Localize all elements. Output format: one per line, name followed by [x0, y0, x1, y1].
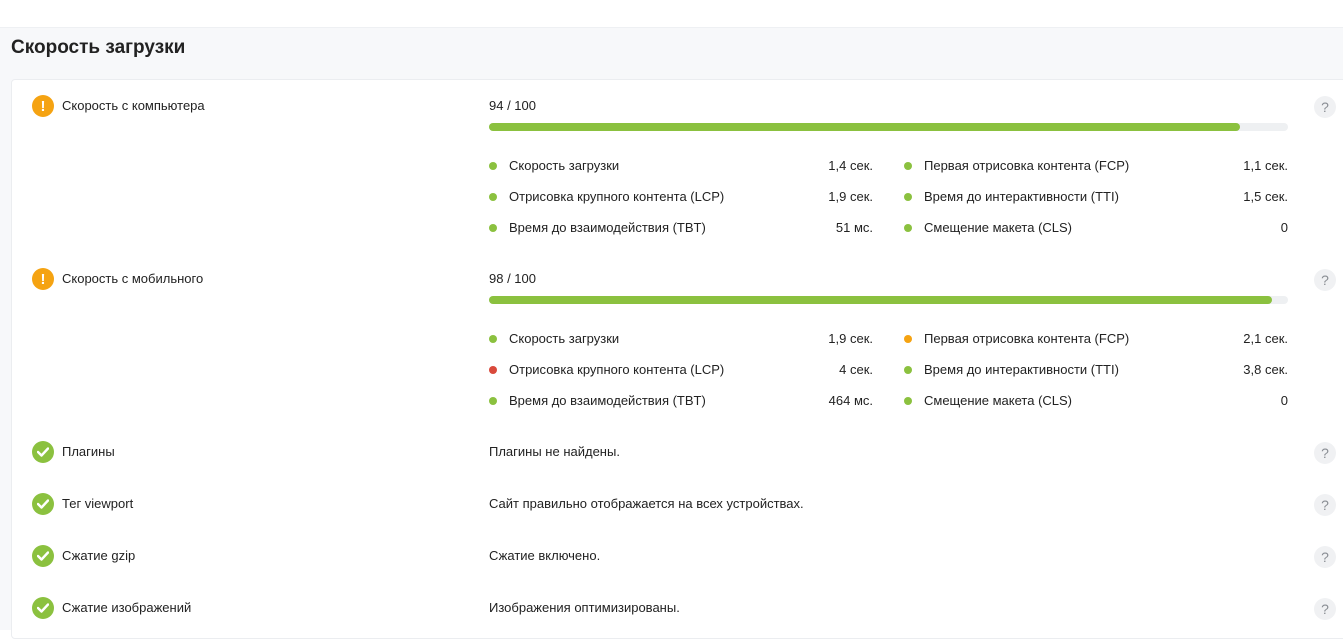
help-icon[interactable]: ?	[1314, 269, 1336, 291]
metric-value: 1,9 сек.	[828, 189, 873, 204]
row-label: Сжатие gzip	[62, 548, 136, 563]
metric-label: Первая отрисовка контента (FCP)	[924, 331, 1130, 346]
check-icon	[32, 441, 54, 463]
status-dot	[904, 366, 912, 374]
score-text: 98 / 100	[489, 271, 536, 286]
metric-item: Время до интерактивности (TTI) 1,5 сек.	[904, 189, 1288, 205]
status-dot	[489, 193, 497, 201]
metric-item: Время до взаимодействия (TBT) 51 мс.	[489, 220, 873, 236]
metric-label: Отрисовка крупного контента (LCP)	[509, 189, 725, 204]
help-icon[interactable]: ?	[1314, 494, 1336, 516]
metric-item: Время до интерактивности (TTI) 3,8 сек.	[904, 362, 1288, 378]
status-dot	[489, 335, 497, 343]
metric-value: 3,8 сек.	[1243, 362, 1288, 377]
warning-icon: !	[32, 268, 54, 290]
metric-label: Смещение макета (CLS)	[924, 220, 1073, 235]
metric-item: Смещение макета (CLS) 0	[904, 393, 1288, 409]
status-dot	[904, 162, 912, 170]
status-dot	[489, 397, 497, 405]
top-bar	[0, 0, 1343, 28]
row-description: Сжатие включено.	[489, 548, 601, 563]
status-dot	[904, 224, 912, 232]
metric-label: Скорость загрузки	[509, 331, 620, 346]
metric-label: Время до интерактивности (TTI)	[924, 189, 1119, 204]
metric-value: 1,4 сек.	[828, 158, 873, 173]
check-icon	[32, 545, 54, 567]
row-description: Плагины не найдены.	[489, 444, 620, 459]
status-dot	[489, 366, 497, 374]
metric-value: 0	[1280, 393, 1288, 408]
metric-label: Скорость загрузки	[509, 158, 620, 173]
status-dot	[904, 397, 912, 405]
metric-value: 464 мс.	[828, 393, 873, 408]
status-dot	[904, 335, 912, 343]
metric-item: Смещение макета (CLS) 0	[904, 220, 1288, 236]
metric-value: 51 мс.	[835, 220, 873, 235]
status-dot	[489, 162, 497, 170]
score-bar-fill	[489, 123, 1241, 131]
metric-item: Время до взаимодействия (TBT) 464 мс.	[489, 393, 873, 409]
results-card: ! Скорость с компьютера 94 / 100 ? Скоро…	[11, 79, 1343, 639]
row-label: Сжатие изображений	[62, 600, 192, 615]
metric-label: Смещение макета (CLS)	[924, 393, 1073, 408]
score-bar	[489, 123, 1288, 131]
score-text: 94 / 100	[489, 98, 536, 113]
help-icon[interactable]: ?	[1314, 546, 1336, 568]
help-icon[interactable]: ?	[1314, 442, 1336, 464]
status-dot	[904, 193, 912, 201]
help-icon[interactable]: ?	[1314, 96, 1336, 118]
row-description: Сайт правильно отображается на всех устр…	[489, 496, 804, 511]
metric-item: Отрисовка крупного контента (LCP) 4 сек.	[489, 362, 873, 378]
metric-value: 1,5 сек.	[1243, 189, 1288, 204]
page-title: Скорость загрузки	[11, 37, 186, 58]
metric-label: Отрисовка крупного контента (LCP)	[509, 362, 725, 377]
metric-label: Время до взаимодействия (TBT)	[509, 393, 706, 408]
metric-value: 2,1 сек.	[1243, 331, 1288, 346]
metric-value: 0	[1280, 220, 1288, 235]
score-bar-fill	[489, 296, 1273, 304]
metric-item: Отрисовка крупного контента (LCP) 1,9 се…	[489, 189, 873, 205]
row-label: Тег viewport	[62, 496, 134, 511]
metric-item: Первая отрисовка контента (FCP) 2,1 сек.	[904, 331, 1288, 347]
metric-label: Первая отрисовка контента (FCP)	[924, 158, 1130, 173]
help-icon[interactable]: ?	[1314, 598, 1336, 620]
speed-section: Скорость загрузки ! Скорость с компьютер…	[0, 28, 1343, 639]
metric-label: Время до интерактивности (TTI)	[924, 362, 1119, 377]
check-icon	[32, 493, 54, 515]
metric-item: Скорость загрузки 1,4 сек.	[489, 158, 873, 174]
row-label: Скорость с компьютера	[62, 98, 205, 113]
row-label: Скорость с мобильного	[62, 271, 204, 286]
metric-item: Первая отрисовка контента (FCP) 1,1 сек.	[904, 158, 1288, 174]
metric-value: 1,1 сек.	[1243, 158, 1288, 173]
metric-value: 4 сек.	[839, 362, 873, 377]
metric-item: Скорость загрузки 1,9 сек.	[489, 331, 873, 347]
status-dot	[489, 224, 497, 232]
metric-label: Время до взаимодействия (TBT)	[509, 220, 706, 235]
warning-icon: !	[32, 95, 54, 117]
metric-value: 1,9 сек.	[828, 331, 873, 346]
row-label: Плагины	[62, 444, 115, 459]
row-description: Изображения оптимизированы.	[489, 600, 680, 615]
check-icon	[32, 597, 54, 619]
score-bar	[489, 296, 1288, 304]
